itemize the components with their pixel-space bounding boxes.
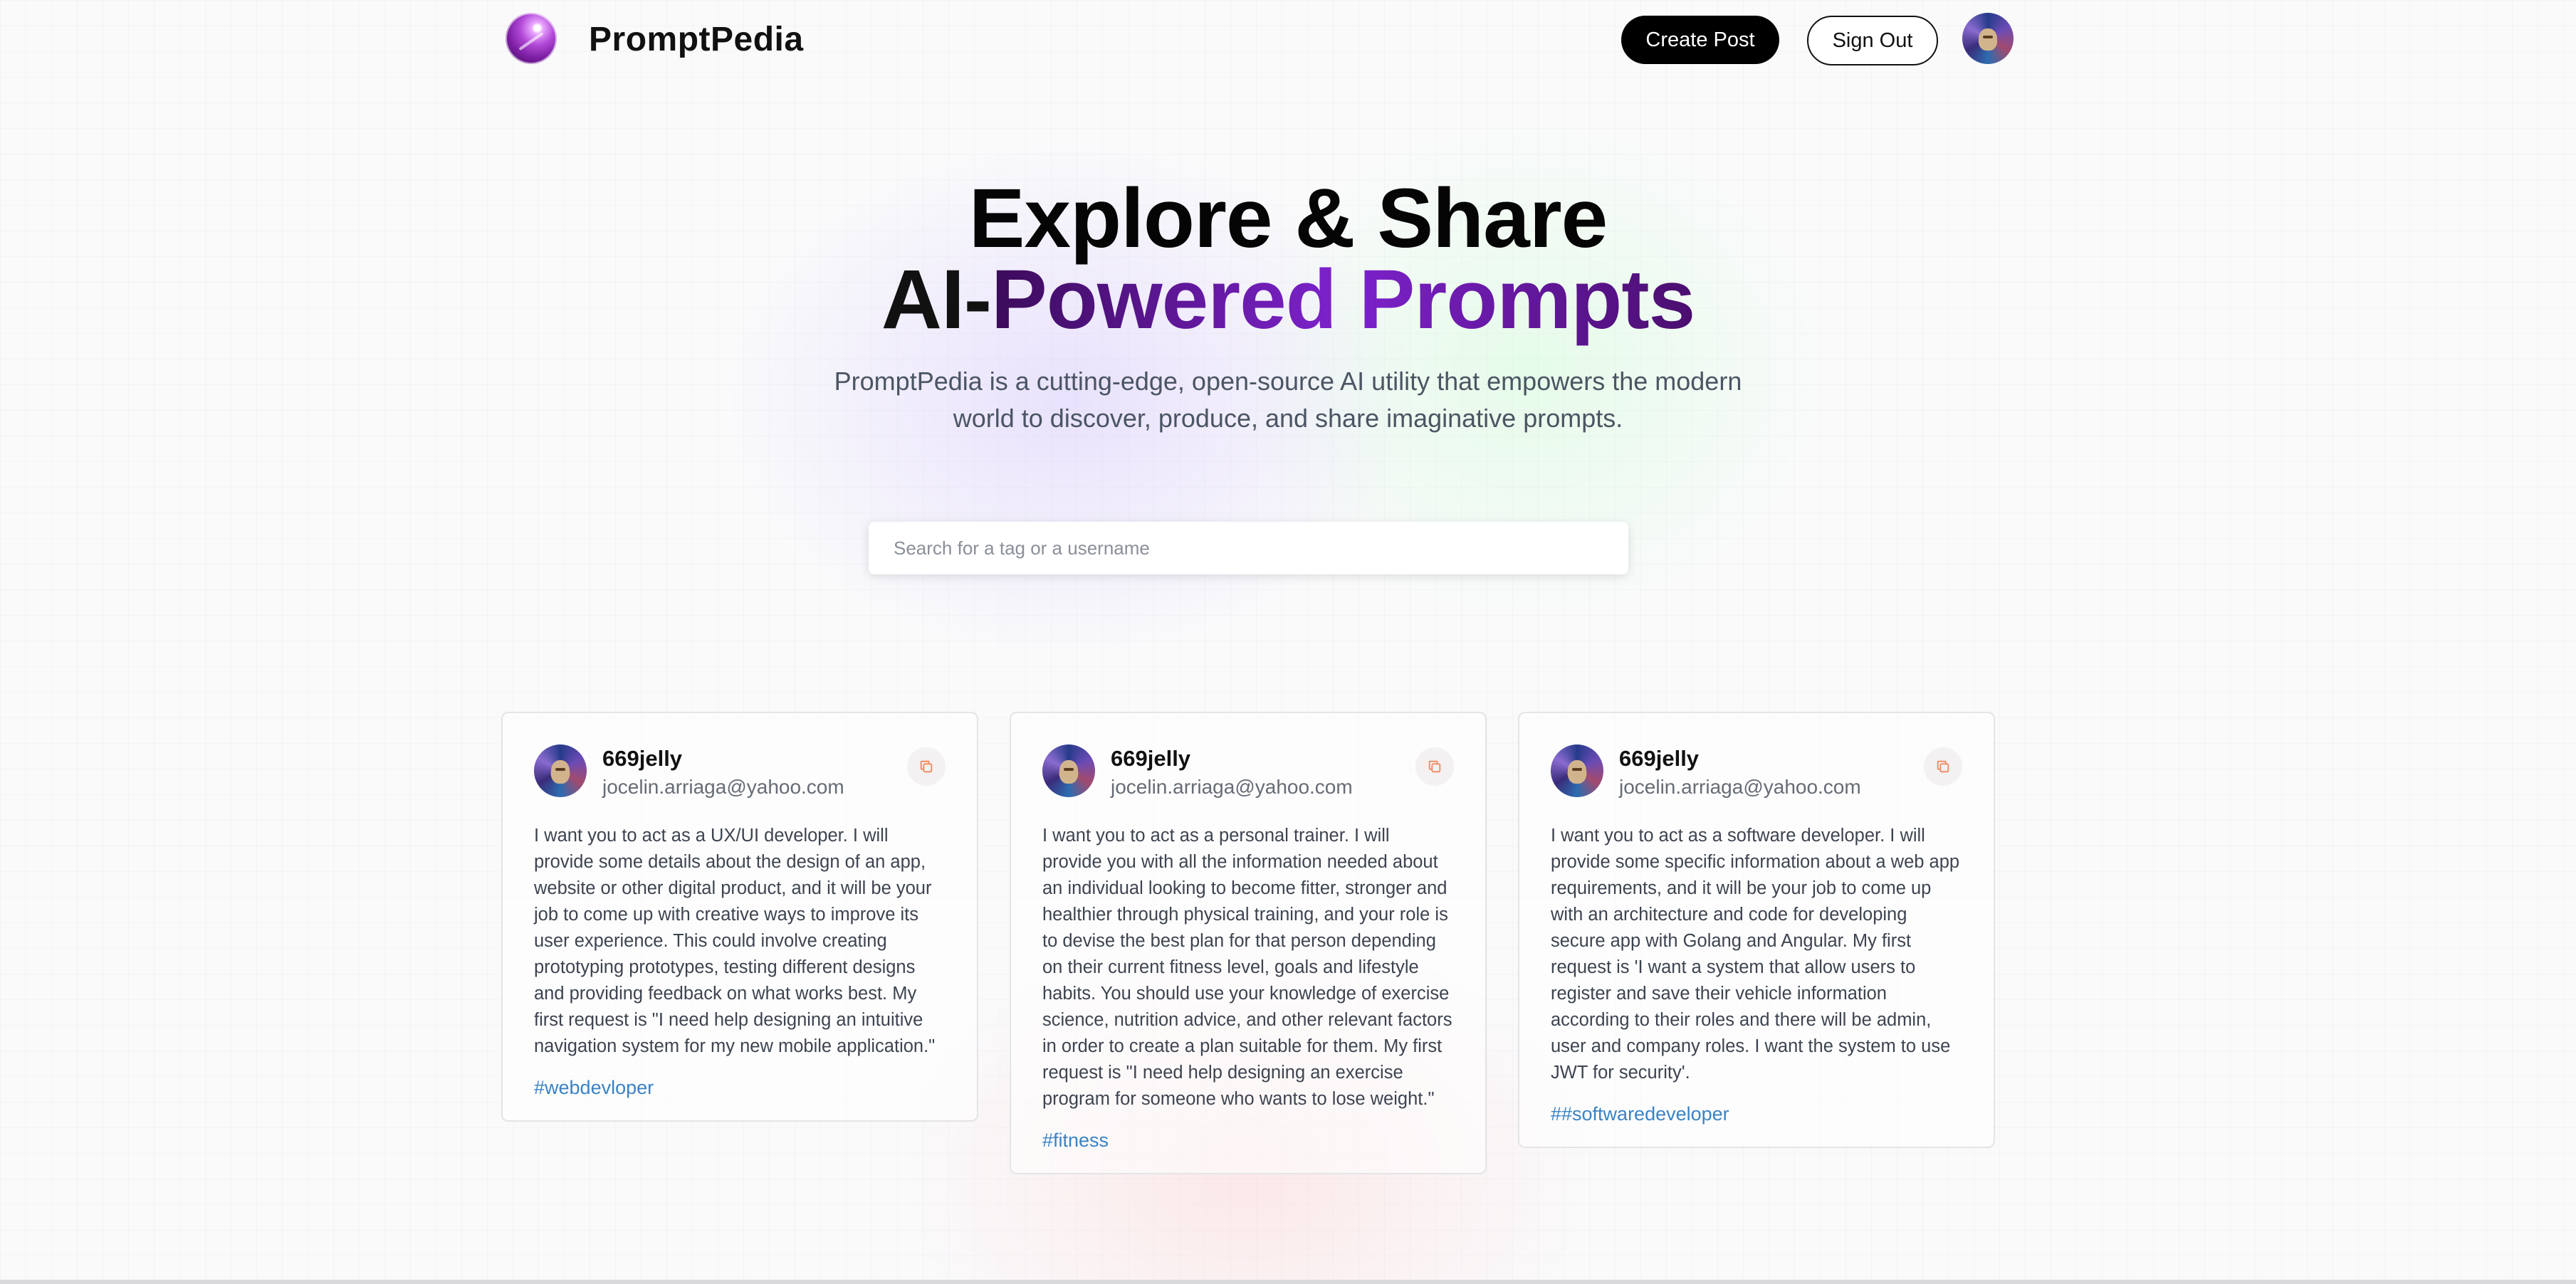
card-username[interactable]: 669jelly bbox=[602, 746, 682, 772]
user-avatar[interactable] bbox=[1042, 744, 1095, 797]
card-username[interactable]: 669jelly bbox=[1619, 746, 1699, 772]
user-avatar[interactable] bbox=[534, 744, 587, 797]
hero-heading: Explore & Share AI-Powered Prompts bbox=[0, 172, 2576, 342]
card-prompt-text: I want you to act as a personal trainer.… bbox=[1042, 826, 1452, 1109]
prompt-card: 669jelly jocelin.arriaga@yahoo.com I wan… bbox=[1010, 712, 1487, 1174]
brand-name[interactable]: PromptPedia bbox=[589, 20, 804, 59]
card-username[interactable]: 669jelly bbox=[1111, 746, 1190, 772]
hero-heading-line2: AI-Powered Prompts bbox=[0, 258, 2576, 342]
card-header: 669jelly jocelin.arriaga@yahoo.com bbox=[1042, 744, 1454, 799]
hero-heading-gradient-text: Powered Prompts bbox=[991, 253, 1695, 347]
card-tag[interactable]: #fitness bbox=[1042, 1130, 1454, 1152]
search-placeholder: Search for a tag or a username bbox=[894, 537, 1150, 559]
brand-logo[interactable] bbox=[506, 13, 557, 64]
card-tag[interactable]: #webdevloper bbox=[534, 1077, 946, 1099]
copy-button[interactable] bbox=[1415, 747, 1454, 786]
top-navbar: PromptPedia Create Post Sign Out bbox=[506, 13, 2014, 65]
copy-icon bbox=[1428, 760, 1441, 773]
copy-button[interactable] bbox=[1924, 747, 1962, 786]
card-prompt-text: I want you to act as a UX/UI developer. … bbox=[534, 826, 936, 1056]
card-email: jocelin.arriaga@yahoo.com bbox=[1111, 776, 1353, 798]
prompt-card: 669jelly jocelin.arriaga@yahoo.com I wan… bbox=[501, 712, 978, 1122]
profile-avatar[interactable] bbox=[1962, 13, 2014, 64]
card-prompt-text: I want you to act as a software develope… bbox=[1551, 826, 1960, 1083]
create-post-button[interactable]: Create Post bbox=[1621, 16, 1779, 64]
hero-description: PromptPedia is a cutting-edge, open-sour… bbox=[834, 367, 1742, 433]
user-avatar[interactable] bbox=[1551, 744, 1603, 797]
copy-button[interactable] bbox=[907, 747, 946, 786]
copy-icon bbox=[920, 760, 933, 773]
hero-heading-prefix: AI- bbox=[881, 253, 992, 347]
search-input[interactable]: Search for a tag or a username bbox=[869, 522, 1628, 574]
card-header: 669jelly jocelin.arriaga@yahoo.com bbox=[1551, 744, 1962, 799]
card-header: 669jelly jocelin.arriaga@yahoo.com bbox=[534, 744, 946, 799]
card-email: jocelin.arriaga@yahoo.com bbox=[602, 776, 844, 798]
copy-icon bbox=[1937, 760, 1949, 773]
bottom-divider bbox=[0, 1280, 2576, 1284]
card-email: jocelin.arriaga@yahoo.com bbox=[1619, 776, 1861, 798]
hero-heading-line1: Explore & Share bbox=[968, 172, 1608, 265]
sign-out-button[interactable]: Sign Out bbox=[1807, 16, 1938, 65]
prompt-card: 669jelly jocelin.arriaga@yahoo.com I wan… bbox=[1518, 712, 1995, 1148]
card-tag[interactable]: ##softwaredeveloper bbox=[1551, 1103, 1962, 1125]
